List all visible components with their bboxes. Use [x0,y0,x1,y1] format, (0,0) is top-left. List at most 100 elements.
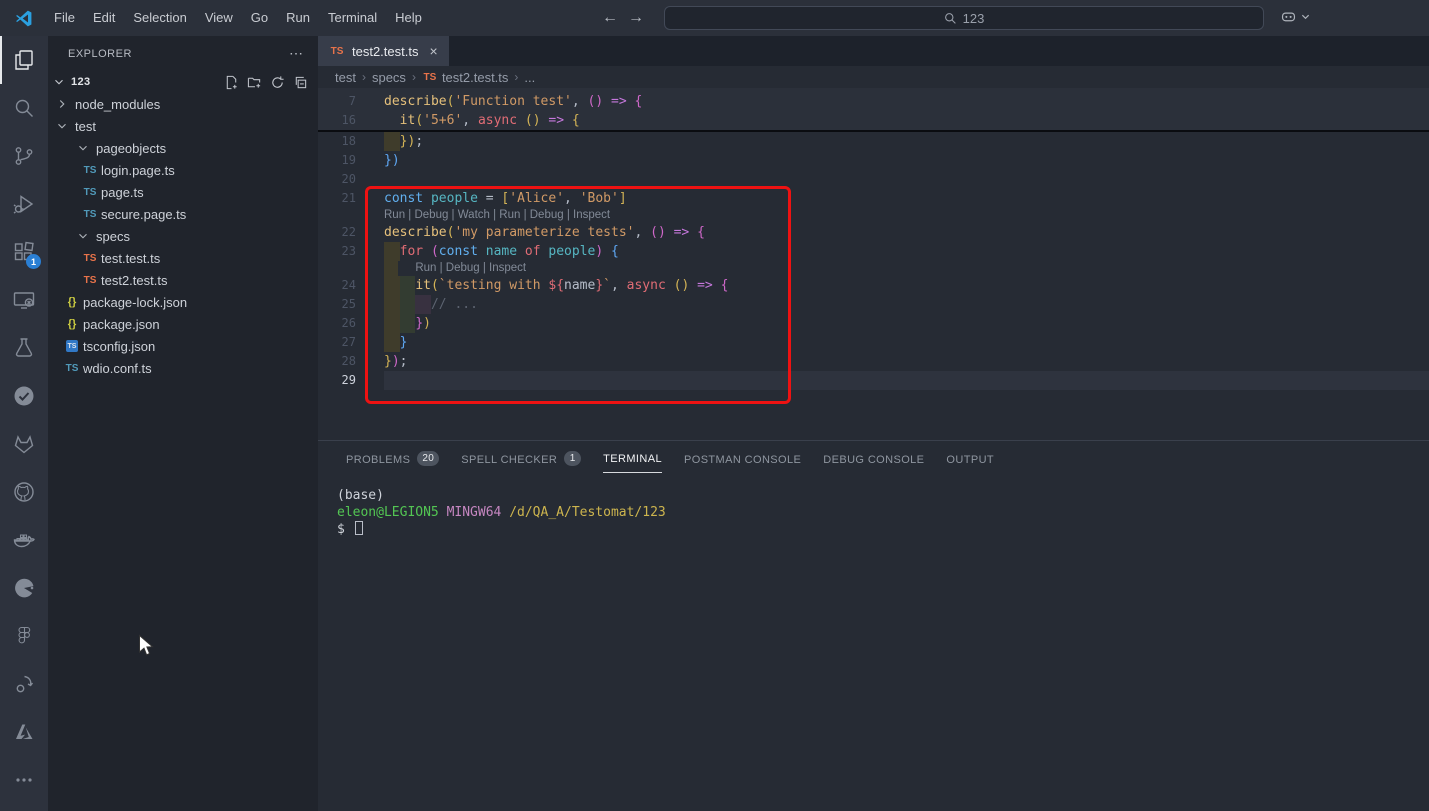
panel-tab-terminal[interactable]: TERMINAL [592,441,673,476]
tree-item-node-modules[interactable]: node_modules [48,93,318,115]
line-number: 19 [318,151,356,170]
command-center-search[interactable]: 123 [664,6,1264,30]
code-line-20[interactable]: 20 [318,170,1429,189]
explorer-more-actions-icon[interactable]: ⋯ [289,45,304,62]
tree-item-package-lock-json[interactable]: {}package-lock.json [48,291,318,313]
back-arrow-icon[interactable]: ← [602,9,618,27]
azure-icon [12,720,36,744]
code-line-27[interactable]: 27 } [318,333,1429,352]
code-token: name [478,244,517,259]
code-token: ] [619,191,627,206]
new-file-icon[interactable] [224,75,239,90]
refresh-icon[interactable] [270,75,285,90]
code-token: ` [603,278,611,293]
activity-test-results[interactable] [0,372,48,420]
tree-item-wdio-conf-ts[interactable]: TSwdio.conf.ts [48,357,318,379]
activity-azure[interactable] [0,708,48,756]
code-line-25[interactable]: 25 // ... [318,295,1429,314]
menu-help[interactable]: Help [386,0,431,36]
code-token: => [541,113,564,128]
tree-item-test2-test-ts[interactable]: TStest2.test.ts [48,269,318,291]
tab-test2-test-ts[interactable]: TS test2.test.ts × [318,36,449,66]
code-editor[interactable]: 7describe('Function test', () => {16 it(… [318,88,1429,440]
vscode-logo-icon [14,9,33,28]
line-number: 20 [318,170,356,189]
code-line-24[interactable]: 24 it(`testing with ${name}`, async () =… [318,276,1429,295]
activity-extensions[interactable]: 1 [0,228,48,276]
code-token: ${ [548,278,564,293]
activity-github[interactable] [0,468,48,516]
tree-item-specs[interactable]: specs [48,225,318,247]
codelens-actions[interactable]: Run | Debug | Watch | Run | Debug | Insp… [384,208,610,223]
activity-gitlab[interactable] [0,420,48,468]
code-line-26[interactable]: 26 }) [318,314,1429,333]
code-line-19[interactable]: 19}) [318,151,1429,170]
activity-live-share[interactable] [0,660,48,708]
menu-terminal[interactable]: Terminal [319,0,386,36]
panel-tab-output[interactable]: OUTPUT [935,441,1005,476]
terminal-cursor [355,521,363,535]
panel-tab-spell-checker[interactable]: SPELL CHECKER1 [450,441,592,476]
close-icon[interactable]: × [429,43,437,59]
tree-item-pageobjects[interactable]: pageobjects [48,137,318,159]
workspace-root-row[interactable]: 123 [48,71,318,93]
menu-run[interactable]: Run [277,0,319,36]
codelens-actions[interactable]: Run | Debug | Inspect [384,261,526,276]
tree-item-tsconfig-json[interactable]: TStsconfig.json [48,335,318,357]
breadcrumb-item-test[interactable]: test [335,70,356,85]
panel-tab-debug-console[interactable]: DEBUG CONSOLE [812,441,935,476]
tree-item-login-page-ts[interactable]: TSlogin.page.ts [48,159,318,181]
terminal[interactable]: (base)eleon@LEGION5 MINGW64 /d/QA_A/Test… [318,476,1429,538]
test-results-icon [12,384,36,408]
menu-view[interactable]: View [196,0,242,36]
indent-guide [384,242,400,261]
code-line-18[interactable]: 18 }); [318,132,1429,151]
activity-search[interactable] [0,84,48,132]
code-line-7[interactable]: 7describe('Function test', () => { [318,92,1429,111]
code-line-content: const people = ['Alice', 'Bob'] [384,189,1429,208]
menu-edit[interactable]: Edit [84,0,124,36]
activity-explorer[interactable] [0,36,48,84]
tree-item-test-test-ts[interactable]: TStest.test.ts [48,247,318,269]
code-line-22[interactable]: 22describe('my parameterize tests', () =… [318,223,1429,242]
forward-arrow-icon[interactable]: → [628,9,644,27]
breadcrumb-item-specs[interactable]: specs [372,70,406,85]
tree-item-label: page.ts [101,185,144,200]
panel-tab-problems[interactable]: PROBLEMS20 [335,441,450,476]
breadcrumb-item-test2-test-ts[interactable]: TStest2.test.ts [422,70,508,85]
activity-figma[interactable] [0,612,48,660]
menu-go[interactable]: Go [242,0,277,36]
activity-testing[interactable] [0,324,48,372]
activity-pie-tool[interactable] [0,564,48,612]
ts-file-icon: TS [422,72,438,83]
activity-source-control[interactable] [0,132,48,180]
code-line-23[interactable]: 23 for (const name of people) { [318,242,1429,261]
code-line-21[interactable]: 21const people = ['Alice', 'Bob'] [318,189,1429,208]
tree-item-secure-page-ts[interactable]: TSsecure.page.ts [48,203,318,225]
line-number: 29 [318,371,356,390]
panel-tab-postman-console[interactable]: POSTMAN CONSOLE [673,441,812,476]
activity-docker[interactable] [0,516,48,564]
tree-item-page-ts[interactable]: TSpage.ts [48,181,318,203]
menu-file[interactable]: File [45,0,84,36]
code-token: name [564,278,595,293]
new-folder-icon[interactable] [247,75,262,90]
chevron-down-icon [76,141,90,155]
activity-run-debug[interactable] [0,180,48,228]
code-line-28[interactable]: 28}); [318,352,1429,371]
tree-item-package-json[interactable]: {}package.json [48,313,318,335]
tree-item-test[interactable]: test [48,115,318,137]
line-number: 27 [318,333,356,352]
menu-selection[interactable]: Selection [124,0,195,36]
code-line-16[interactable]: 16 it('5+6', async () => { [318,111,1429,130]
tree-item-label: pageobjects [96,141,166,156]
breadcrumb-item--[interactable]: ... [524,70,535,85]
code-token: => [603,94,626,109]
collapse-all-icon[interactable] [293,75,308,90]
copilot-menu[interactable] [1280,8,1310,25]
code-line-29[interactable]: 29 [318,371,1429,390]
title-bar: FileEditSelectionViewGoRunTerminalHelp ←… [0,0,1429,36]
activity-more-views[interactable] [0,756,48,804]
activity-remote-explorer[interactable] [0,276,48,324]
panel-tab-label: TERMINAL [603,444,662,473]
